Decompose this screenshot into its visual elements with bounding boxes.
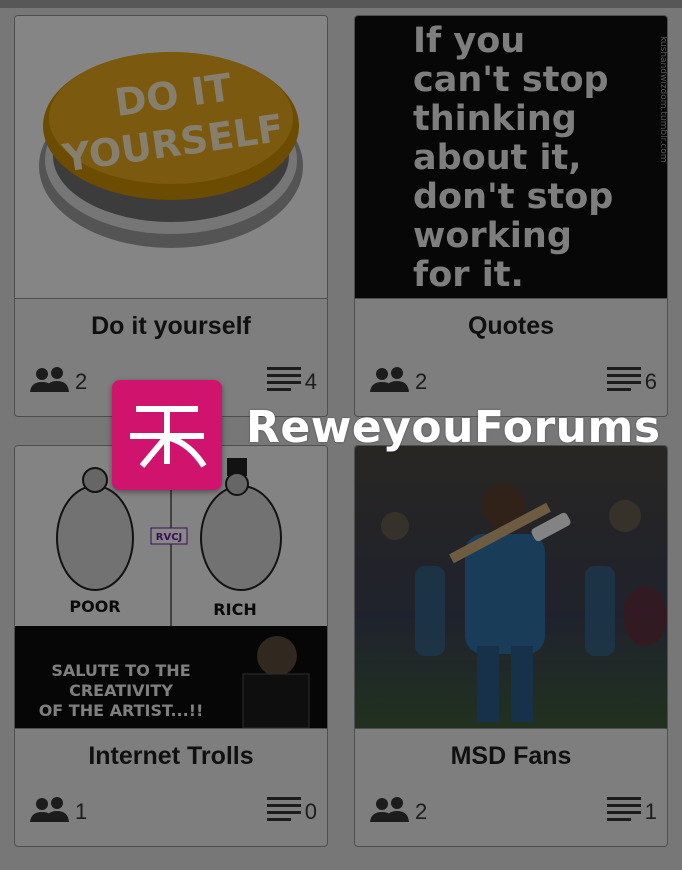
member-count-value: 1 [75,799,88,824]
forum-card-msd-fans[interactable]: MSD Fans 2 1 [354,445,668,847]
list-icon [606,796,641,828]
forum-title[interactable]: MSD Fans [355,742,667,771]
reweyou-logo-icon [130,406,207,468]
image-text-line: POOR [69,597,120,616]
cricket-player-image [355,446,667,728]
member-count: 2 [29,366,87,398]
image-text-line: If you [413,21,525,61]
image-text-line: OF THE ARTIST...!! [39,701,204,720]
image-text-line: SALUTE TO THE [51,661,190,680]
topic-count-value: 0 [304,799,317,824]
member-count-value: 2 [415,369,428,394]
forum-card-do-it-yourself[interactable]: DO IT YOURSELF Do it yourself 2 4 [14,15,328,417]
list-icon [266,796,301,828]
app-logo [112,380,222,490]
image-text-line: don't stop [413,177,613,217]
divider [355,728,667,729]
forum-title[interactable]: Quotes [355,312,667,341]
forum-thumbnail [355,446,667,728]
topic-count-value: 4 [304,369,317,394]
divider [15,298,327,299]
quote-image: If you can't stop thinking about it, don… [355,16,667,298]
member-count: 1 [29,796,87,828]
topic-count: 4 [266,366,317,398]
image-text-line: RICH [213,600,256,619]
member-count: 2 [369,796,427,828]
image-text-line: about it, [413,138,582,178]
topic-count: 6 [606,366,657,398]
divider [355,298,667,299]
topic-count: 0 [266,796,317,828]
forum-title[interactable]: Internet Trolls [15,742,327,771]
people-icon [29,366,71,398]
list-icon [606,366,641,398]
topic-count: 1 [606,796,657,828]
image-text-line: working [413,216,572,256]
forum-title[interactable]: Do it yourself [15,312,327,341]
topic-count-value: 1 [644,799,657,824]
forum-card-quotes[interactable]: If you can't stop thinking about it, don… [354,15,668,417]
topic-count-value: 6 [644,369,657,394]
image-text-line: thinking [413,99,577,139]
member-count-value: 2 [75,369,88,394]
list-icon [266,366,301,398]
image-text-line: CREATIVITY [69,681,173,700]
people-icon [369,796,411,828]
do-it-yourself-button-image: DO IT YOURSELF [15,16,327,298]
member-count-value: 2 [415,799,428,824]
forum-thumbnail: DO IT YOURSELF [15,16,327,298]
member-count: 2 [369,366,427,398]
forum-card-internet-trolls[interactable]: POOR RICH RVCJ SALUTE TO THE CREATIVITY … [14,445,328,847]
forum-thumbnail: If you can't stop thinking about it, don… [355,16,667,298]
image-text-line: for it. [413,255,524,295]
people-icon [369,366,411,398]
image-text-line: can't stop [413,60,609,100]
image-text-line: RVCJ [156,532,183,543]
image-watermark: kushandwizdom.tumblr.com [658,36,667,163]
brand-name: ReweyouForums [246,402,661,453]
people-icon [29,796,71,828]
divider [15,728,327,729]
